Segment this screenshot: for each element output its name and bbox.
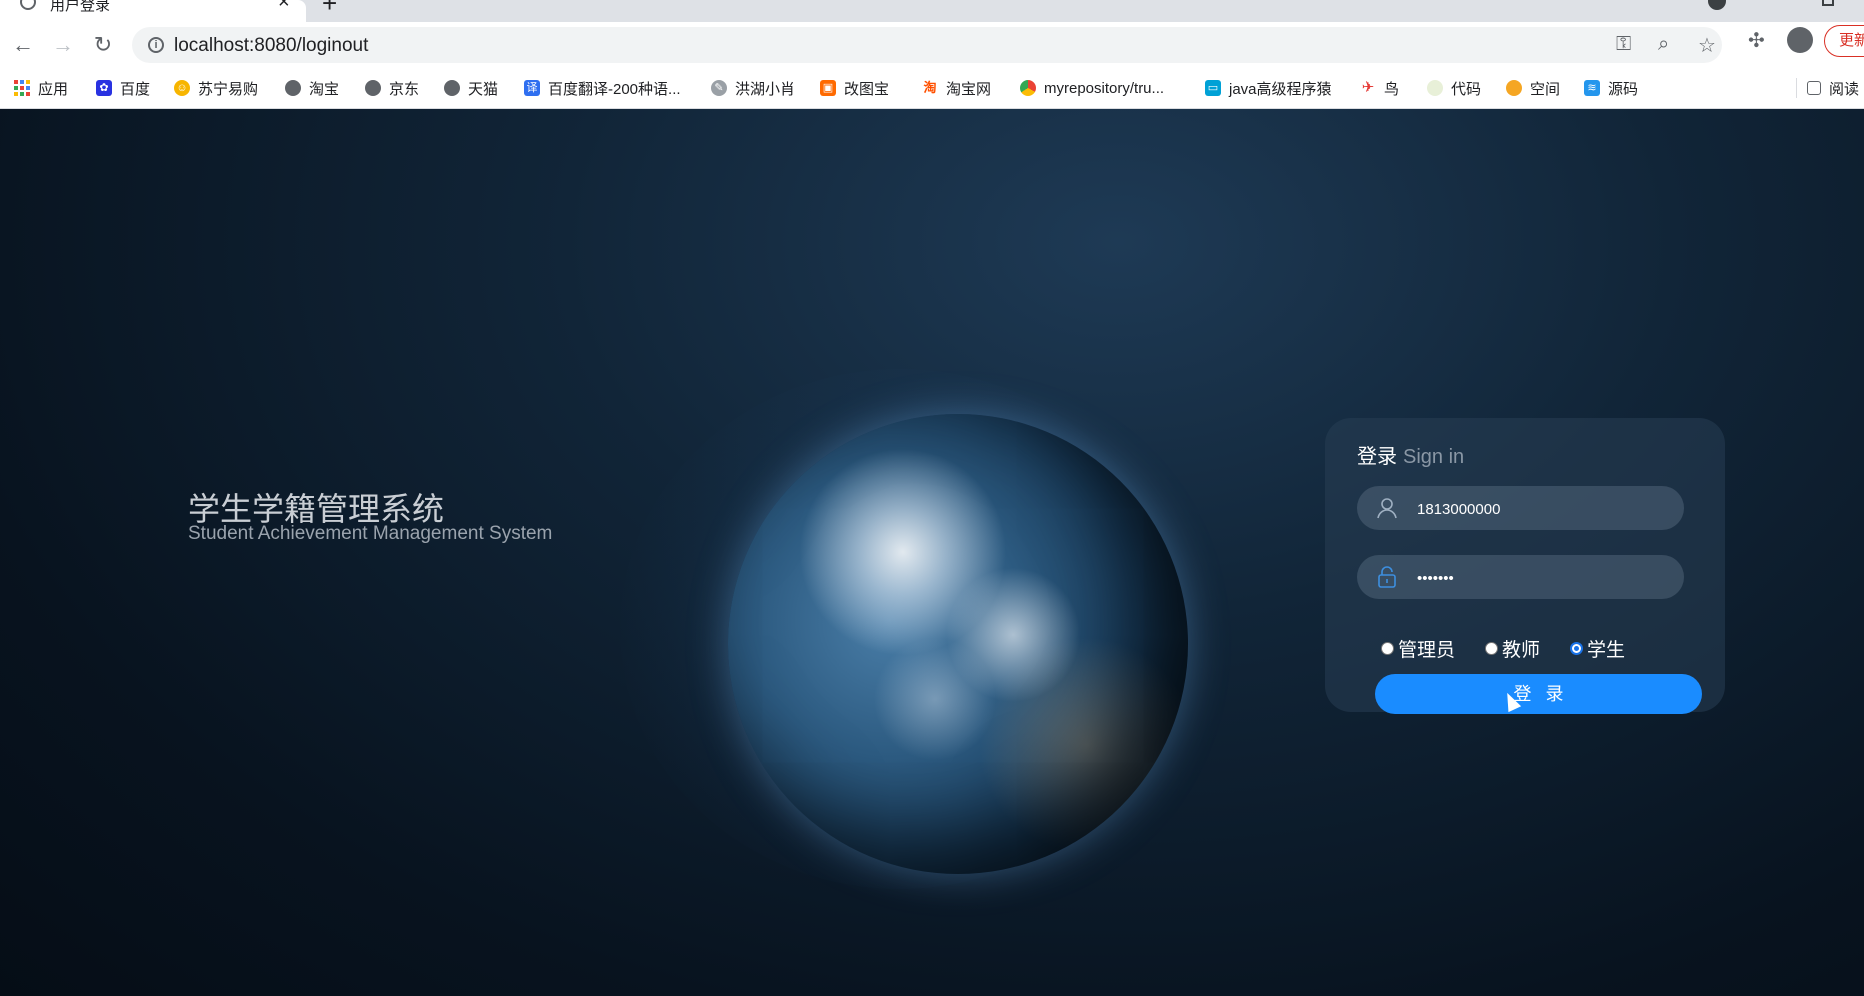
role-selector: 管理员 教师 学生 [1381,635,1655,662]
docker-icon: ≋ [1584,80,1600,96]
bookmark-label: 百度 [120,80,151,98]
baidu-icon: ✿ [96,80,112,96]
bilibili-icon: ▭ [1205,80,1221,96]
globe-icon [20,0,36,10]
user-icon [1377,498,1397,519]
bookmark-label: 淘宝网 [946,80,992,98]
role-label: 教师 [1502,639,1541,661]
login-button[interactable]: 登录 [1375,674,1702,714]
tab-title: 用户登录 [50,0,111,14]
suning-icon: ☺ [174,80,190,96]
restore-window-icon[interactable] [1822,0,1834,6]
bookmark-tmall[interactable]: 天猫 [444,78,498,98]
back-arrow-icon[interactable]: ← [10,32,36,58]
bookmark-java[interactable]: ▭ java高级程序猿 [1205,78,1332,98]
bookmark-label: 鸟 [1384,80,1400,98]
role-label: 学生 [1587,639,1626,661]
bookmark-label: 代码 [1451,80,1482,98]
tab-strip: 用户登录 × + [0,0,1864,22]
zoom-icon[interactable]: ⌕ [1658,33,1669,56]
bookmark-baidu[interactable]: ✿ 百度 [96,78,150,98]
browser-tab[interactable]: 用户登录 × [0,0,306,22]
bookmark-myrepository[interactable]: myrepository/tru... [1020,78,1164,98]
bookmark-suning[interactable]: ☺ 苏宁易购 [174,78,258,98]
role-teacher[interactable]: 教师 [1485,635,1540,662]
profile-icon[interactable] [1787,27,1813,53]
bookmarks-bar: 应用 ✿ 百度 ☺ 苏宁易购 淘宝 京东 天猫 译 百度翻译-200种语... … [0,68,1864,109]
bookmark-label: java高级程序猿 [1229,80,1332,98]
reading-list[interactable]: 阅读 [1796,78,1859,98]
apps-grid-icon [14,80,30,96]
bookmark-gaitubao[interactable]: ▣ 改图宝 [820,78,889,98]
star-icon[interactable]: ☆ [1698,33,1716,58]
globe-icon [365,80,381,96]
password-field[interactable] [1357,555,1684,601]
reading-list-label: 阅读 [1829,80,1860,98]
lock-icon [1378,566,1396,588]
key-icon[interactable]: ⚿ [1616,33,1631,56]
bookmark-label: 天猫 [468,80,499,98]
bookmark-code[interactable]: 代码 [1427,78,1481,98]
globe-icon [444,80,460,96]
tab-search-icon[interactable] [1708,0,1726,10]
code-icon [1427,80,1443,96]
bookmark-label: 洪湖小肖 [735,80,796,98]
bookmark-honghu[interactable]: ✎ 洪湖小肖 [711,78,795,98]
translate-icon: 译 [524,80,540,96]
bookmark-apps[interactable]: 应用 [14,78,68,98]
radio-button[interactable] [1381,641,1394,655]
login-heading-text: 登录 [1357,446,1397,468]
role-admin[interactable]: 管理员 [1381,635,1455,662]
reload-icon[interactable]: ↻ [90,32,116,58]
address-bar[interactable]: i localhost:8080/loginout ⚿ ⌕ ☆ [132,27,1722,63]
close-icon[interactable]: × [278,0,290,14]
bookmark-label: 改图宝 [844,80,890,98]
bookmark-label: myrepository/tru... [1044,79,1165,97]
login-heading-subtext: Sign in [1403,446,1465,468]
login-page: 学生学籍管理系统 Student Achievement Management … [0,109,1864,996]
bookmark-label: 京东 [389,80,420,98]
login-heading: 登录 Sign in [1357,440,1464,469]
bookmark-label: 空间 [1530,80,1561,98]
forward-arrow-icon[interactable]: → [50,32,76,58]
radio-button[interactable] [1485,641,1499,655]
reading-list-icon [1807,81,1821,95]
bookmark-space[interactable]: 空间 [1506,78,1560,98]
bookmark-label: 苏宁易购 [198,80,259,98]
bookmark-label: 源码 [1608,80,1639,98]
bookmark-source[interactable]: ≋ 源码 [1584,78,1638,98]
radio-button[interactable] [1570,641,1584,655]
space-icon [1506,80,1522,96]
username-field[interactable] [1357,486,1684,532]
bookmark-niao[interactable]: ✈ 鸟 [1360,78,1399,98]
bird-red-icon: ✈ [1360,79,1376,96]
url-text[interactable]: localhost:8080/loginout [174,35,368,57]
bookmark-label: 淘宝 [309,80,340,98]
bookmark-baidu-translate[interactable]: 译 百度翻译-200种语... [524,78,681,98]
password-input[interactable] [1415,555,1669,601]
bookmark-taobao[interactable]: 淘宝 [285,78,339,98]
gaitubao-icon: ▣ [820,80,836,96]
new-tab-icon[interactable]: + [322,0,337,19]
bookmark-jd[interactable]: 京东 [365,78,419,98]
taobao-icon: 淘 [922,80,938,96]
page-subtitle: Student Achievement Management System [188,523,553,544]
globe-icon [285,80,301,96]
bookmark-label: 百度翻译-200种语... [548,80,681,98]
site-info-icon[interactable]: i [148,37,164,53]
bird-icon: ✎ [711,80,727,96]
login-panel: 登录 Sign in 管理员 教师 [1325,418,1725,712]
earth-image [728,414,1188,874]
role-student[interactable]: 学生 [1570,635,1625,662]
extensions-icon[interactable]: ✣ [1748,28,1765,53]
bookmark-label: 应用 [38,80,69,98]
chrome-icon [1020,80,1036,96]
bookmark-taobaowang[interactable]: 淘 淘宝网 [922,78,991,98]
browser-toolbar: ← → ↻ i localhost:8080/loginout ⚿ ⌕ ☆ ✣ … [0,22,1864,68]
username-input[interactable] [1415,486,1669,532]
role-label: 管理员 [1398,639,1456,661]
update-button[interactable]: 更新 [1824,25,1864,57]
